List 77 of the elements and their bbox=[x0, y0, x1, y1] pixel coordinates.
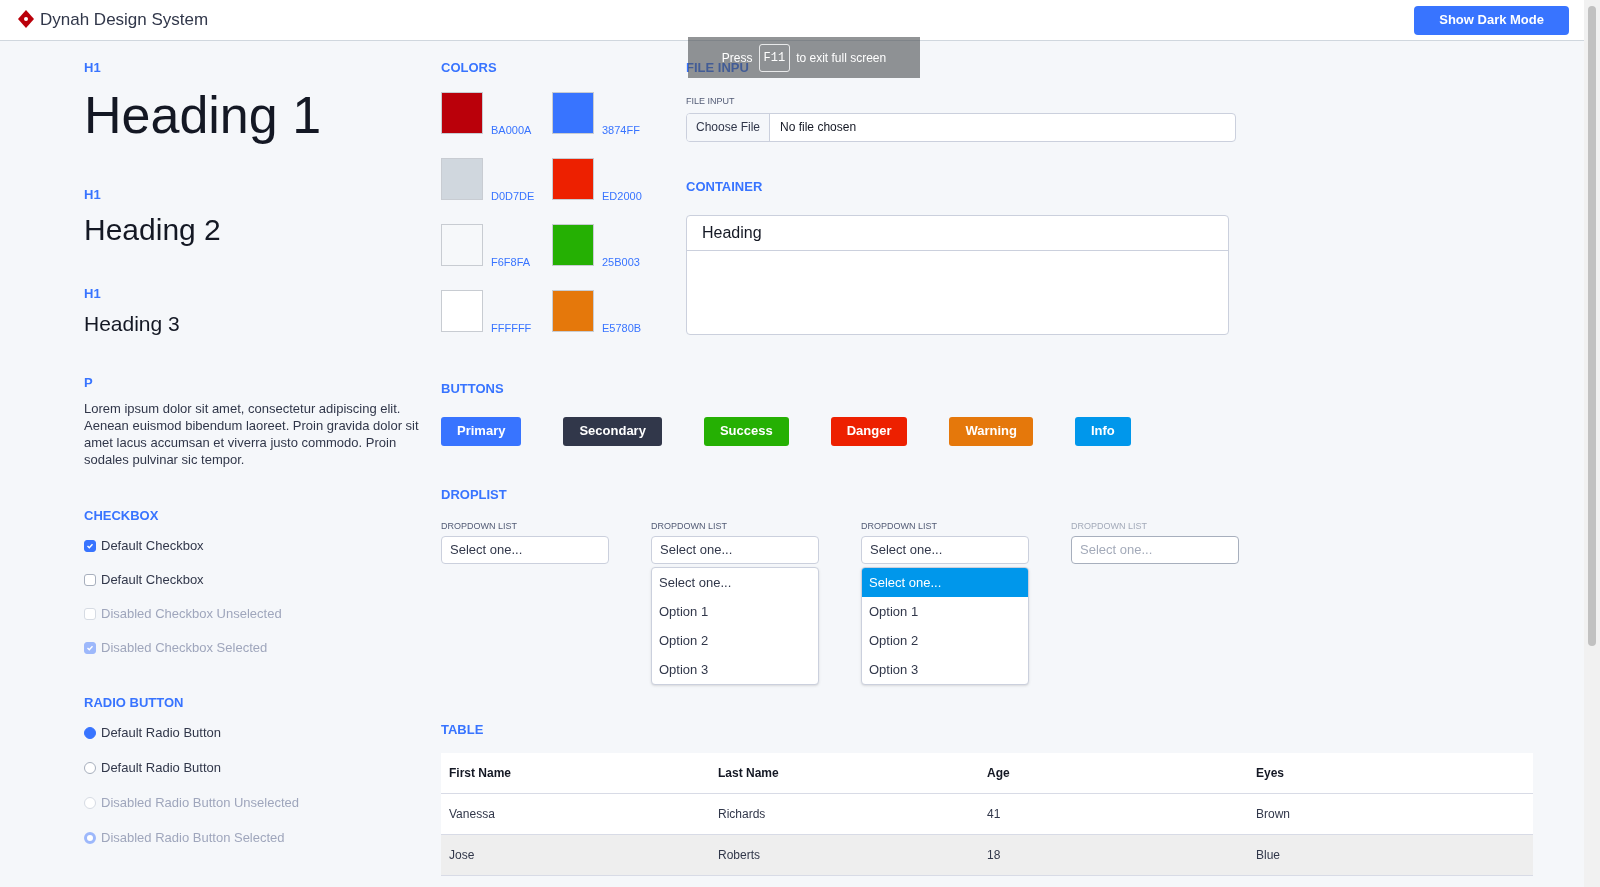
heading: Heading 3 bbox=[84, 311, 180, 337]
checkbox-label: Disabled Checkbox Unselected bbox=[101, 604, 282, 623]
color-code: D0D7DE bbox=[491, 190, 535, 202]
section-title: H1 bbox=[84, 188, 101, 202]
file-name: No file chosen bbox=[779, 119, 858, 136]
radio-label: Disabled Radio Button Selected bbox=[101, 828, 285, 847]
container-heading: Heading bbox=[702, 222, 762, 243]
dropdown-label: DROPDOWN LIST bbox=[861, 519, 937, 533]
dropdown-label: DROPDOWN LIST bbox=[441, 519, 517, 533]
action-button[interactable]: Secondary bbox=[563, 416, 662, 446]
section-title: CONTAINER bbox=[686, 179, 763, 194]
table-cell-text: Vanessa bbox=[449, 806, 495, 823]
action-button[interactable]: Danger bbox=[830, 416, 908, 446]
file-input[interactable]: Choose File No file chosen bbox=[686, 112, 1236, 142]
dropdown[interactable]: Select one... bbox=[441, 536, 609, 564]
table-cell-text: Roberts bbox=[718, 847, 761, 864]
column-header: First Name bbox=[449, 765, 512, 782]
checkbox-label: Disabled Checkbox Selected bbox=[101, 638, 268, 657]
color-code: 25B003 bbox=[602, 256, 640, 268]
color-code: BA000A bbox=[491, 124, 532, 136]
section-title: RADIO BUTTON bbox=[84, 696, 184, 710]
dropdown-label: DROPDOWN LIST bbox=[1071, 519, 1147, 533]
dropdown-option[interactable]: Option 1 bbox=[862, 597, 1028, 626]
dropdown-option[interactable]: Option 2 bbox=[862, 626, 1028, 655]
action-button[interactable]: Primary bbox=[441, 416, 522, 446]
section-title: H1 bbox=[84, 287, 101, 301]
radio-button[interactable] bbox=[84, 726, 96, 739]
column-header: Eyes bbox=[1256, 765, 1285, 782]
column-header: Age bbox=[987, 765, 1010, 782]
checkbox-label: Default Checkbox bbox=[101, 570, 204, 589]
color-code: 3874FF bbox=[602, 124, 640, 136]
key-cap: F11 bbox=[758, 43, 791, 72]
table-cell-text: Brown bbox=[1256, 806, 1290, 823]
field-label: FILE INPUT bbox=[686, 95, 735, 108]
color-code: FFFFFF bbox=[491, 322, 532, 334]
section-title: H1 bbox=[84, 61, 101, 75]
heading: Heading 2 bbox=[84, 212, 221, 248]
checkbox[interactable] bbox=[84, 573, 96, 586]
dropdown-option[interactable]: Option 1 bbox=[652, 597, 818, 626]
paragraph: Lorem ipsum dolor sit amet, consectetur adipiscing elit. Aenean euismod bibendum laoreet. Proin gravida dolor sit amet lacus accumsan et viverra justo commodo. Proin sodales pulvinar sic tempor. bbox=[84, 400, 420, 468]
section-title: TABLE bbox=[441, 723, 484, 737]
section-title: DROPLIST bbox=[441, 487, 507, 502]
radio-label: Default Radio Button bbox=[101, 723, 221, 742]
column-header: Last Name bbox=[718, 765, 779, 782]
dropdown[interactable]: Select one... bbox=[861, 536, 1029, 564]
logo-icon bbox=[18, 10, 34, 30]
table-cell-text: Blue bbox=[1256, 847, 1281, 864]
checkbox[interactable] bbox=[84, 539, 96, 552]
dropdown[interactable]: Select one... bbox=[651, 536, 819, 564]
dropdown-option[interactable]: Option 3 bbox=[862, 655, 1028, 684]
dropdown-option[interactable]: Option 2 bbox=[652, 626, 818, 655]
toast-text: to exit full screen bbox=[796, 49, 887, 67]
dropdown-option[interactable]: Option 3 bbox=[652, 655, 818, 684]
radio-label: Disabled Radio Button Unselected bbox=[101, 793, 299, 812]
section-title: CHECKBOX bbox=[84, 509, 159, 523]
table-cell-text: 41 bbox=[987, 806, 1001, 823]
color-code: ED2000 bbox=[602, 190, 642, 202]
app-title: Dynah Design System bbox=[40, 9, 209, 32]
scroll-bar[interactable] bbox=[1584, 0, 1600, 887]
color-code: E5780B bbox=[602, 322, 642, 334]
table-cell-text: 18 bbox=[987, 847, 1001, 864]
section-title: COLORS bbox=[441, 61, 497, 75]
table-cell-text: Jose bbox=[449, 847, 475, 864]
section-title: P bbox=[84, 376, 93, 390]
dropdown-label: DROPDOWN LIST bbox=[651, 519, 727, 533]
radio-button[interactable] bbox=[84, 761, 96, 774]
radio-label: Default Radio Button bbox=[101, 758, 221, 777]
check-icon bbox=[86, 541, 94, 550]
section-title: BUTTONS bbox=[441, 381, 504, 396]
dropdown-option[interactable]: Select one... bbox=[652, 568, 818, 597]
table-cell-text: Richards bbox=[718, 806, 766, 823]
dark-mode-button[interactable]: Show Dark Mode bbox=[1414, 5, 1569, 35]
choose-file-button[interactable]: Choose File bbox=[687, 113, 771, 141]
check-icon bbox=[86, 643, 94, 652]
color-code: F6F8FA bbox=[491, 256, 531, 268]
heading: Heading 1 bbox=[84, 87, 322, 143]
checkbox-label: Default Checkbox bbox=[101, 536, 204, 555]
